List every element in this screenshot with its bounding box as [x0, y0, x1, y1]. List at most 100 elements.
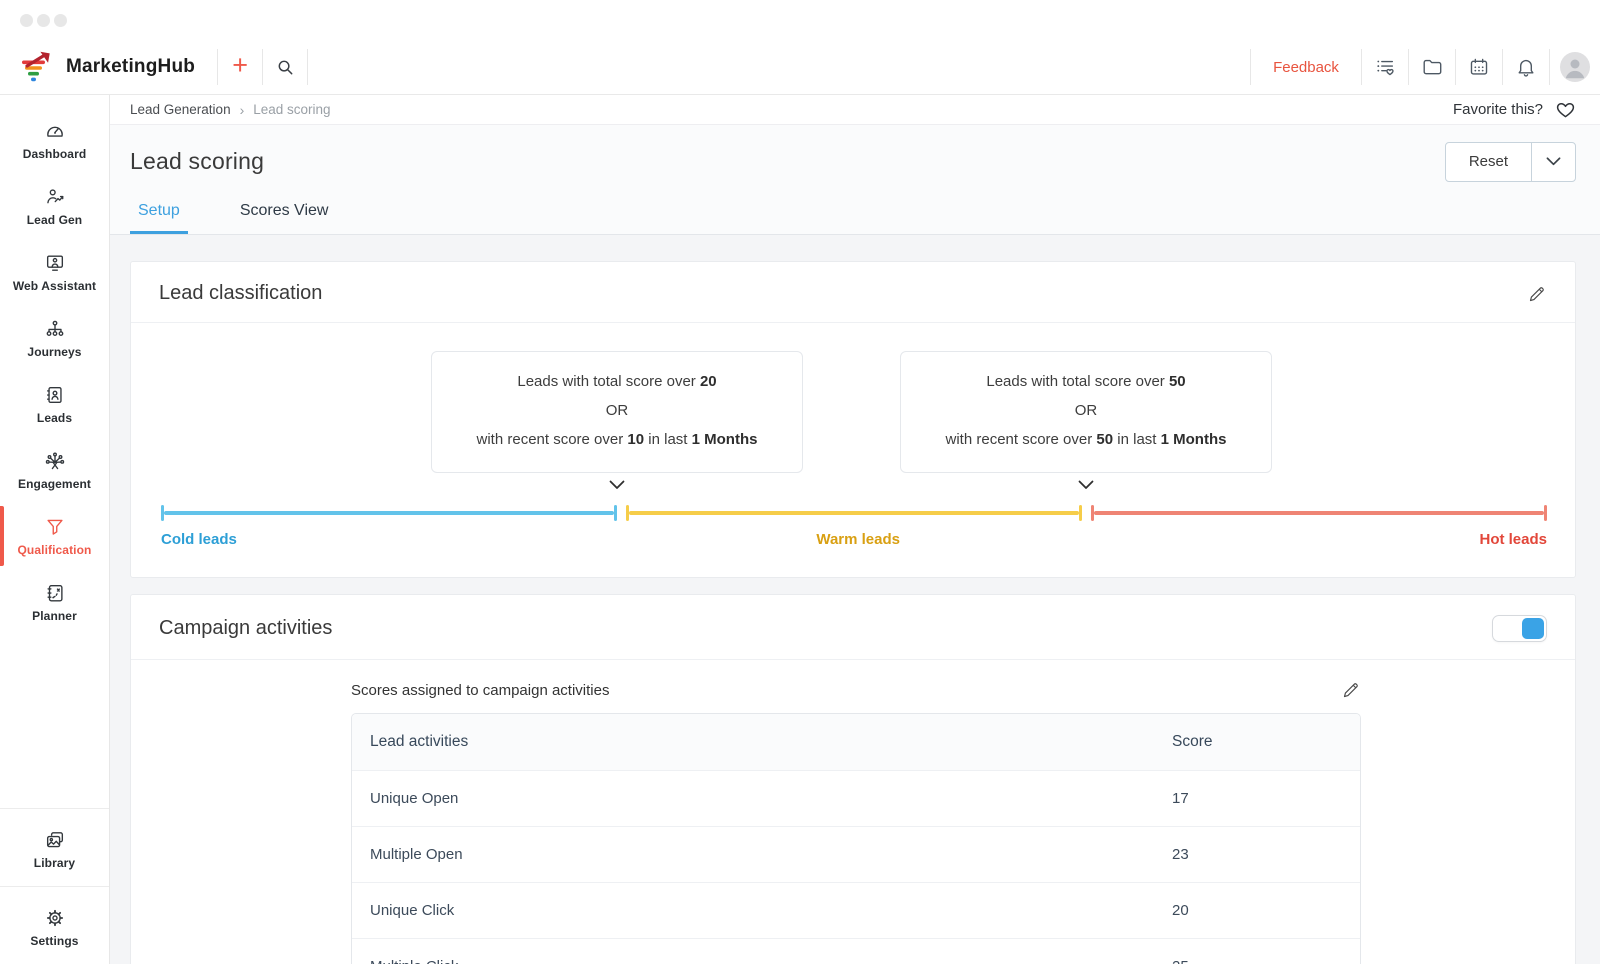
breadcrumb-current-page: Lead scoring	[253, 102, 330, 117]
sidebar-footer-group: Settings	[0, 886, 109, 964]
breadcrumb: Lead Generation › Lead scoring	[130, 102, 331, 118]
journeys-icon	[44, 318, 66, 340]
hot-leads-label: Hot leads	[1479, 531, 1547, 548]
sidebar-item-lead-gen[interactable]: Lead Gen	[0, 173, 109, 239]
segment-cap	[614, 505, 617, 521]
leads-icon	[44, 384, 66, 406]
create-new-button[interactable]: +	[218, 40, 262, 94]
calendar-button[interactable]	[1456, 40, 1502, 94]
table-header-row: Lead activitiesScore	[352, 714, 1360, 770]
lead-score-slider[interactable]	[161, 505, 1547, 521]
search-icon	[274, 56, 296, 78]
sidebar-item-dashboard[interactable]: Dashboard	[0, 107, 109, 173]
warm-threshold-box: Leads with total score over 20ORwith rec…	[431, 351, 803, 473]
settings-icon	[44, 907, 66, 929]
sidebar-item-leads[interactable]: Leads	[0, 371, 109, 437]
library-icon	[44, 829, 66, 851]
rule-line: OR	[440, 401, 794, 421]
edit-classification-button[interactable]	[1527, 284, 1547, 304]
reset-button[interactable]: Reset	[1446, 143, 1531, 181]
campaign-activities-card: Campaign activities Scores assigned to c…	[130, 594, 1576, 964]
dashboard-icon	[44, 120, 66, 142]
reset-dropdown-button[interactable]	[1531, 143, 1575, 181]
breadcrumb-lead-generation[interactable]: Lead Generation	[130, 102, 231, 117]
qualification-icon	[44, 516, 66, 538]
threshold-marker-chevron-icon[interactable]	[609, 480, 625, 490]
segment-bar	[164, 511, 614, 515]
calendar-icon	[1468, 56, 1490, 78]
sidebar-item-settings[interactable]: Settings	[0, 907, 109, 948]
brand-home-link[interactable]: MarketingHub	[0, 40, 217, 94]
sidebar-item-label: Planner	[32, 609, 77, 623]
warm-leads-label: Warm leads	[816, 531, 900, 548]
score-cell: 23	[1172, 846, 1360, 863]
window-titlebar	[0, 0, 1600, 40]
campaign-list-icon	[1374, 56, 1396, 78]
table-row[interactable]: Unique Click20	[352, 882, 1360, 938]
score-cell: 20	[1172, 902, 1360, 919]
lead-classification-body: Leads with total score over 20 OR with rec…	[131, 323, 1575, 577]
column-header-lead-activities: Lead activities	[352, 733, 1172, 751]
sidebar-item-label: Lead Gen	[27, 213, 82, 227]
favorite-this-control[interactable]: Favorite this?	[1453, 99, 1576, 120]
sidebar-item-label: Engagement	[18, 477, 91, 491]
sidebar-item-qualification[interactable]: Qualification	[0, 503, 109, 569]
score-cell: 25	[1172, 958, 1360, 964]
chevron-down-icon	[1546, 154, 1561, 169]
notifications-bell-icon	[1515, 56, 1537, 78]
sidebar-item-label: Web Assistant	[13, 279, 96, 293]
window-control-dot[interactable]	[54, 14, 67, 27]
segment-bar	[629, 511, 1079, 515]
folder-button[interactable]	[1409, 40, 1455, 94]
favorite-this-label: Favorite this?	[1453, 101, 1543, 118]
table-row[interactable]: Unique Open17	[352, 770, 1360, 826]
segment-bar	[1094, 511, 1544, 515]
slider-labels: Cold leads Warm leads Hot leads	[161, 531, 1547, 548]
activity-cell: Unique Click	[352, 902, 1172, 919]
hot-leads-segment[interactable]	[1091, 505, 1547, 521]
heart-icon[interactable]	[1555, 99, 1576, 120]
lead-classification-card: Lead classification Leads with total sco…	[130, 261, 1576, 578]
sidebar-item-label: Settings	[30, 934, 78, 948]
sidebar-item-library[interactable]: Library	[0, 829, 109, 870]
sidebar-item-planner[interactable]: Planner	[0, 569, 109, 635]
card-title-campaign-activities: Campaign activities	[159, 617, 332, 640]
rule-line: with recent score over 50 in last 1 Mont…	[909, 430, 1263, 450]
rule-line: Leads with total score over 20	[440, 372, 794, 392]
webassistant-icon	[44, 252, 66, 274]
sidebar-item-journeys[interactable]: Journeys	[0, 305, 109, 371]
user-avatar[interactable]	[1560, 52, 1590, 82]
edit-scores-button[interactable]	[1341, 680, 1361, 700]
campaign-activities-toggle[interactable]	[1492, 615, 1547, 642]
campaign-list-button[interactable]	[1362, 40, 1408, 94]
rule-line: Leads with total score over 50	[909, 372, 1263, 392]
feedback-link[interactable]: Feedback	[1251, 40, 1361, 94]
user-menu[interactable]	[1550, 40, 1600, 94]
activity-cell: Multiple Open	[352, 846, 1172, 863]
tab-scores-view[interactable]: Scores View	[232, 202, 337, 234]
lead-activities-table: Lead activitiesScoreUnique Open17Multipl…	[351, 713, 1361, 964]
window-control-dot[interactable]	[37, 14, 50, 27]
warm-leads-segment[interactable]	[626, 505, 1082, 521]
page-title: Lead scoring	[130, 148, 264, 175]
search-button[interactable]	[263, 40, 307, 94]
tab-setup[interactable]: Setup	[130, 202, 188, 234]
activity-cell: Multiple Click	[352, 958, 1172, 964]
threshold-marker-chevron-icon[interactable]	[1078, 480, 1094, 490]
sidebar-item-engagement[interactable]: Engagement	[0, 437, 109, 503]
notifications-bell-button[interactable]	[1503, 40, 1549, 94]
reset-split-button: Reset	[1445, 142, 1576, 182]
breadcrumb-bar: Lead Generation › Lead scoring Favorite …	[110, 95, 1600, 125]
cold-leads-segment[interactable]	[161, 505, 617, 521]
table-row[interactable]: Multiple Click25	[352, 938, 1360, 964]
table-row[interactable]: Multiple Open23	[352, 826, 1360, 882]
content-area: Lead Generation › Lead scoring Favorite …	[110, 95, 1600, 964]
pencil-icon	[1341, 680, 1361, 700]
cold-leads-label: Cold leads	[161, 531, 237, 548]
window-control-dot[interactable]	[20, 14, 33, 27]
sidebar-item-web-assistant[interactable]: Web Assistant	[0, 239, 109, 305]
app-title: MarketingHub	[66, 56, 195, 78]
card-title-lead-classification: Lead classification	[159, 282, 322, 305]
planner-icon	[44, 582, 66, 604]
column-header-score: Score	[1172, 733, 1360, 751]
